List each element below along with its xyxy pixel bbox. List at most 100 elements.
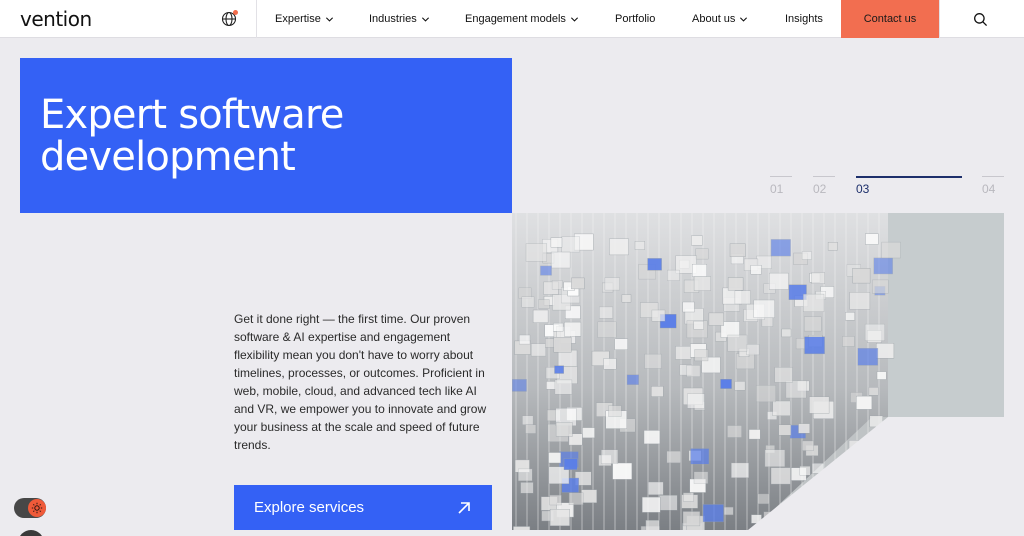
- decorative-cube: [723, 506, 734, 516]
- decorative-cube: [702, 504, 724, 523]
- decorative-cube: [856, 395, 873, 410]
- nav-portfolio-label: Portfolio: [615, 13, 656, 25]
- decorative-cube: [842, 336, 855, 347]
- nav-divider: [256, 0, 257, 38]
- slide-indicator-02[interactable]: 02: [813, 176, 835, 200]
- decorative-cube: [647, 258, 662, 271]
- decorative-cube: [549, 494, 562, 506]
- decorative-cube: [546, 381, 557, 390]
- decorative-cube: [557, 349, 578, 367]
- slide-indicator-bar: [982, 176, 1004, 177]
- decorative-cube: [691, 264, 707, 277]
- cubes-artwork: [512, 213, 1004, 530]
- decorative-cube: [804, 336, 825, 355]
- nav-industries[interactable]: Industries: [369, 0, 430, 38]
- decorative-cube: [645, 520, 660, 530]
- chat-widget-button[interactable]: [18, 530, 44, 536]
- decorative-cube: [785, 380, 807, 399]
- decorative-cube: [804, 316, 822, 332]
- decorative-cube: [801, 251, 812, 260]
- decorative-cube: [553, 322, 564, 332]
- decorative-cube: [612, 462, 633, 480]
- decorative-cube: [531, 343, 547, 357]
- decorative-cube: [868, 387, 879, 396]
- decorative-cube: [873, 257, 893, 275]
- decorative-cube: [682, 301, 695, 313]
- slide-indicator-01[interactable]: 01: [770, 176, 792, 200]
- slide-indicator-number: 04: [982, 182, 996, 196]
- decorative-cube: [561, 236, 580, 253]
- decorative-cube: [694, 349, 709, 362]
- decorative-cube: [811, 272, 826, 284]
- decorative-cube: [720, 378, 732, 389]
- decorative-cube: [770, 467, 791, 485]
- decorative-cube: [695, 248, 709, 260]
- nav-portfolio[interactable]: Portfolio: [615, 0, 655, 38]
- decorative-cube: [781, 328, 792, 338]
- hero-title-line-2: development: [40, 134, 296, 180]
- decorative-cube: [563, 458, 578, 470]
- slide-indicator-04[interactable]: 04: [982, 176, 1004, 200]
- toggle-knob: [28, 499, 46, 517]
- decorative-cube: [691, 235, 703, 246]
- decorative-cube: [764, 449, 786, 467]
- slide-indicator-bar: [813, 176, 835, 177]
- slide-indicator-bar: [770, 176, 792, 177]
- decorative-cube: [517, 468, 533, 482]
- decorative-cube: [641, 496, 661, 513]
- decorative-cube: [522, 415, 534, 425]
- hero-title: Expert software development: [40, 94, 500, 178]
- decorative-cube: [864, 323, 885, 341]
- decorative-cube: [667, 269, 680, 281]
- decorative-cube: [568, 492, 584, 506]
- chevron-down-icon: [325, 16, 333, 22]
- decorative-cube: [519, 334, 531, 345]
- decorative-cube: [803, 293, 825, 312]
- decorative-cube: [727, 425, 742, 438]
- decorative-cube: [799, 465, 811, 476]
- decorative-cube: [802, 440, 814, 451]
- vention-logo[interactable]: vention: [20, 7, 92, 31]
- decorative-cube: [564, 321, 582, 337]
- decorative-cube: [609, 238, 629, 256]
- decorative-cube: [769, 272, 789, 290]
- decorative-cube: [601, 449, 619, 464]
- nav-expertise[interactable]: Expertise: [275, 0, 334, 38]
- decorative-cube: [750, 265, 762, 275]
- decorative-cube: [551, 280, 563, 290]
- decorative-cube: [548, 452, 562, 464]
- slide-indicator-03[interactable]: 03: [856, 176, 962, 200]
- decorative-cube: [746, 343, 760, 356]
- decorative-cube: [513, 526, 531, 530]
- decorative-cube: [753, 299, 775, 318]
- decorative-cube: [686, 364, 701, 377]
- explore-services-label: Explore services: [254, 499, 365, 516]
- search-divider: [939, 0, 940, 38]
- decorative-cube: [650, 386, 664, 397]
- decorative-cube: [774, 367, 793, 383]
- decorative-cube: [643, 430, 661, 445]
- slide-indicator-bar-active: [856, 176, 962, 178]
- decorative-cube: [554, 365, 564, 374]
- explore-services-button[interactable]: Explore services: [234, 485, 492, 530]
- decorative-cube: [648, 481, 664, 496]
- nav-engagement-models[interactable]: Engagement models: [465, 0, 579, 38]
- chevron-down-icon: [740, 16, 748, 22]
- decorative-cube: [521, 296, 535, 308]
- nav-insights[interactable]: Insights: [785, 0, 823, 38]
- language-notification-dot: [233, 10, 238, 15]
- decorative-cube: [682, 511, 701, 527]
- nav-about-us[interactable]: About us: [692, 0, 748, 38]
- decorative-cube: [778, 424, 792, 436]
- decorative-cube: [852, 268, 871, 284]
- decorative-cube: [581, 489, 597, 503]
- decorative-cube: [608, 405, 622, 417]
- contact-us-button[interactable]: Contact us: [841, 0, 939, 38]
- decorative-cube: [857, 347, 879, 366]
- theme-toggle[interactable]: [14, 498, 46, 518]
- decorative-cube: [599, 306, 614, 319]
- hero-description: Get it done right — the first time. Our …: [234, 312, 487, 452]
- search-icon[interactable]: [973, 12, 988, 27]
- hero-title-line-1: Expert software: [40, 92, 344, 138]
- nav-industries-label: Industries: [369, 13, 417, 25]
